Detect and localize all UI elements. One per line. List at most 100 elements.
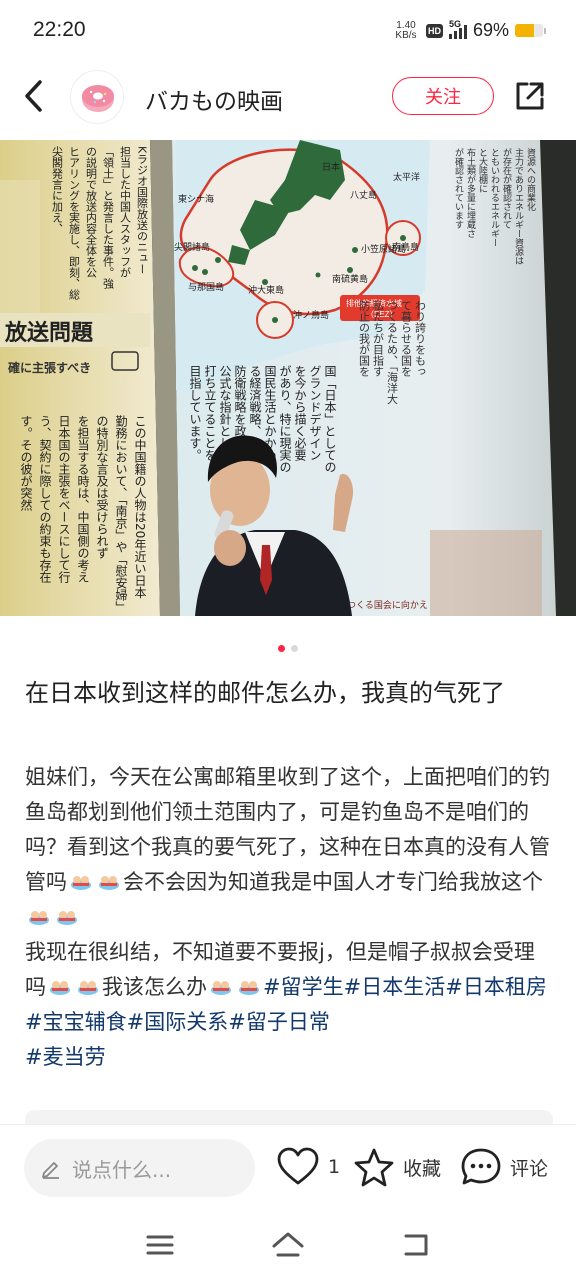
magazine-text-column: 防止の我が国を [358,299,371,377]
magazine-text-column: つくるため、「海洋大 [386,300,399,405]
return-icon [404,1234,428,1256]
comment-label: 评论 [510,1157,549,1180]
magazine-text-column: 「領土」と発言した事件。強 [102,146,115,290]
carousel-dot-1 [278,645,285,652]
magazine-text-column: ヒアリングを実施し、即刻、総 [68,146,81,300]
carousel-dot-2 [291,645,298,652]
network-speed-value: 1.40 [396,19,416,31]
hashtag[interactable]: #日本生活 [344,975,446,999]
system-nav-bar [0,1212,576,1280]
emoji-icon [29,911,49,925]
magazine-text-column: 打ち立てることを [203,365,217,461]
left-heading: 放送問題 [4,320,94,346]
magazine-text-column: ともいわれるエネルギー [489,148,500,247]
post-title: 在日本收到这样的邮件怎么办，我真的气死了 [25,679,505,707]
status-time: 22:20 [33,18,86,41]
post-body-line2: 会不会因为知道我是中国人才专门给我放这个 [123,870,543,894]
magazine-text-column: 目指しています。 [188,365,202,461]
bottom-action-bar: 说点什么... 1 收藏 评论 [0,1124,576,1212]
home-icon [272,1232,304,1257]
author-name[interactable]: バカもの映画 [145,82,283,116]
battery-icon [515,24,543,37]
star-icon [354,1148,394,1187]
carousel-indicator [278,645,298,652]
status-indicators: 1.40 KB/s HD 5G 69% [392,19,546,41]
emoji-icon [78,981,98,995]
menu-button[interactable] [142,1230,178,1260]
emoji-icon [57,911,77,925]
map-label-minamitorishima: 南鳥島 [392,241,419,252]
network-speed: 1.40 KB/s [392,19,420,41]
battery-percent: 69% [472,20,509,40]
like-button[interactable]: 1 [276,1147,340,1187]
map-label-senkaku: 尖閣諸島 [174,241,210,252]
share-button[interactable] [512,78,548,114]
map-label-pacific: 太平洋 [393,171,420,182]
comment-placeholder: 说点什么... [72,1157,172,1182]
magazine-text-column: が存在が確認されて [501,147,512,229]
magazine-text-column: て暮らせる国を [400,300,413,377]
hashtag[interactable]: #国际关系 [127,1010,229,1034]
map-label-okidaito: 沖大東島 [248,284,284,295]
post-body: 姐妹们，今天在公寓邮箱里收到了这个，上面把咱们的钓鱼岛都划到他们领土范围内了，可… [25,760,553,1075]
map-label-minamiiwojima: 南硫黄島 [332,273,368,284]
magazine-text-column: 布土類が多量に埋蔵さ [465,147,476,238]
magazine-text-column: があり、特に現実の [278,365,292,473]
network-speed-unit: KB/s [395,29,417,41]
post-photo[interactable]: 東シナ海 日本 八丈島 太平洋 尖閣諸島 与那国島 沖大東島 小笠原諸島 南鳥島… [0,140,576,616]
menu-icon [146,1235,174,1255]
magazine-text-column: の説明で放送内容全体を公 [85,146,98,278]
comment-input[interactable]: 说点什么... [24,1139,255,1197]
back-icon [25,80,42,112]
heart-icon [277,1147,319,1185]
emoji-icon [50,981,70,995]
map-label-japan: 日本 [322,161,340,172]
comment-icon [461,1148,501,1185]
signal-icon: 5G [448,19,467,39]
magazine-text-column: と大陸棚に [477,148,488,193]
magazine-text-column: を担当する時は、中国側の考え [76,415,90,583]
magazine-text-column: の特別な言及は受けられず [95,415,109,559]
hashtag[interactable]: #日本租房 [445,975,547,999]
comment-button[interactable]: 评论 [460,1147,548,1187]
share-icon [516,82,544,110]
magazine-text-column: わり誇りをもっ [414,300,427,377]
magazine-text-column: 尖閣発言に加え、 [51,146,64,234]
magazine-text-column: 私たちが目指す [372,300,385,377]
map-label-east-china-sea: 東シナ海 [178,193,214,204]
hashtag[interactable]: #麦当劳 [25,1045,106,1069]
emoji-icon [71,876,91,890]
hashtag[interactable]: #宝宝辅食 [25,1010,127,1034]
left-subheading: 確に主張すべき [8,360,91,375]
back-button[interactable] [18,76,52,116]
map-label-yonaguni: 与那国島 [188,281,224,292]
magazine-text-column: う、契約に際しての約束も存在 [38,415,52,583]
magazine-text-column: を今から描く必要 [293,365,307,462]
network-type: 5G [448,18,461,29]
emoji-icon [239,981,259,995]
magazine-text-column: す。その彼が突然 [19,415,33,512]
magazine-text-column: が確認されています [453,147,464,229]
status-bar: 22:20 1.40 KB/s HD 5G 69% [0,0,576,62]
battery-tip [544,27,546,34]
hashtag[interactable]: #留学生 [263,975,344,999]
magazine-text-column: 国「日本」としての [323,365,337,473]
magazine-photo: 東シナ海 日本 八丈島 太平洋 尖閣諸島 与那国島 沖大東島 小笠原諸島 南鳥島… [0,140,576,616]
emoji-icon [99,876,119,890]
map-label-okinotorishima: 沖ノ鳥島 [293,309,329,320]
follow-button[interactable]: 关注 [392,77,494,115]
magazine-text-column: Kラジオ国際放送のニュー [136,146,149,274]
author-avatar[interactable] [70,70,124,124]
magazine-text-column: グランドデザイン [308,365,322,461]
post-body-line4: 我该怎么办 [102,975,207,999]
hashtag[interactable]: #留子日常 [228,1010,330,1034]
emoji-icon [211,981,231,995]
map-label-hachijojima: 八丈島 [350,189,377,200]
like-count: 1 [328,1156,341,1178]
magazine-text-column: 資源への商業化 [525,147,536,212]
collect-button[interactable]: 收藏 [353,1147,441,1187]
return-button[interactable] [398,1230,434,1260]
magazine-text-column: この中国籍の人物は20年近い日本 [133,415,147,599]
home-button[interactable] [270,1230,306,1260]
magazine-text-column: 主力でありエネルギー資源は [513,147,524,265]
